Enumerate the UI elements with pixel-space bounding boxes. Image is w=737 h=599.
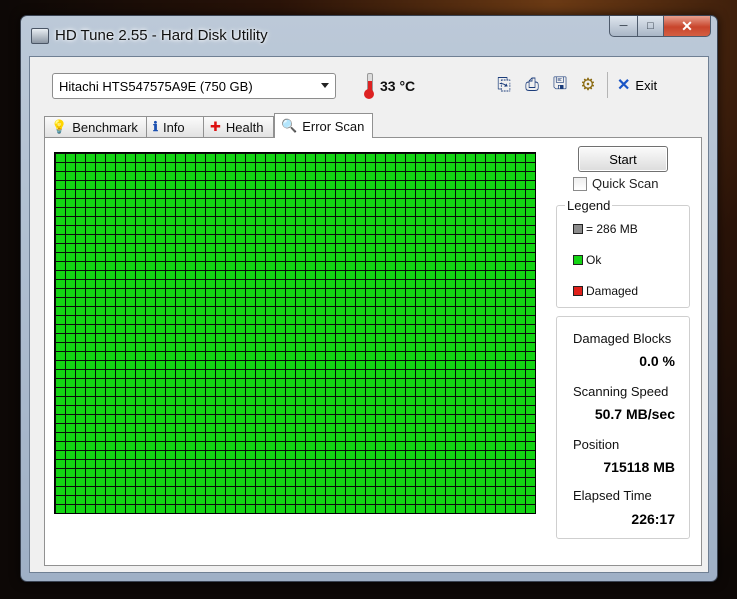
- toolbar: ⎘ ⎙ 🖫 ⚙ ✕ Exit: [490, 71, 657, 99]
- tab-label: Health: [225, 119, 264, 135]
- legend-block-size: = 286 MB: [573, 222, 638, 236]
- temperature-readout: 33 °C: [380, 78, 416, 94]
- tab-info[interactable]: ℹ Info: [146, 116, 204, 137]
- damaged-blocks-value: 0.0 %: [639, 353, 675, 369]
- quick-scan-checkbox[interactable]: Quick Scan: [573, 176, 658, 191]
- minimize-button[interactable]: ─: [609, 16, 638, 37]
- options-icon: ⚙: [580, 75, 596, 94]
- legend-ok-text: Ok: [586, 253, 602, 267]
- maximize-button[interactable]: □: [638, 16, 664, 37]
- tab-benchmark[interactable]: 💡 Benchmark: [44, 116, 147, 137]
- scan-block-grid: [54, 152, 536, 514]
- title-bar[interactable]: HD Tune 2.55 - Hard Disk Utility ─ □ ✕: [21, 16, 717, 56]
- options-button[interactable]: ⚙: [574, 71, 602, 99]
- legend-damaged-text: Damaged: [586, 284, 639, 298]
- client-area: Hitachi HTS547575A9E (750 GB) 33 °C ⎘ ⎙ …: [29, 56, 709, 573]
- red-square-icon: [573, 286, 583, 296]
- save-icon: 🖫: [552, 73, 568, 93]
- gray-square-icon: [573, 224, 583, 234]
- copy-screenshot-icon: ⎙: [525, 75, 539, 94]
- thermometer-icon: [364, 73, 374, 99]
- exit-label: Exit: [635, 77, 658, 93]
- elapsed-time-value: 226:17: [631, 511, 675, 527]
- checkbox-box[interactable]: [573, 176, 587, 191]
- window-title: HD Tune 2.55 - Hard Disk Utility: [55, 27, 268, 44]
- copy-text-icon: ⎘: [497, 75, 511, 94]
- info-icon: ℹ: [153, 119, 158, 134]
- error-scan-panel: Start Quick Scan Legend = 286 MB Ok Dama…: [44, 137, 702, 566]
- legend-group: Legend = 286 MB Ok Damaged: [556, 198, 690, 308]
- tab-error-scan[interactable]: 🔍 Error Scan: [274, 113, 373, 138]
- damaged-blocks-label: Damaged Blocks: [573, 331, 672, 346]
- lightbulb-icon: 💡: [51, 119, 68, 134]
- tab-label: Error Scan: [302, 118, 365, 134]
- legend-title: Legend: [565, 198, 613, 213]
- copy-screenshot-button[interactable]: ⎙: [518, 71, 546, 99]
- legend-ok: Ok: [573, 253, 601, 267]
- magnifier-icon: 🔍: [281, 118, 298, 133]
- close-button[interactable]: ✕: [664, 16, 711, 37]
- quick-scan-label: Quick Scan: [592, 176, 659, 191]
- caption-buttons: ─ □ ✕: [609, 16, 711, 37]
- legend-block-size-text: = 286 MB: [586, 222, 638, 236]
- position-label: Position: [573, 437, 620, 452]
- start-button[interactable]: Start: [578, 146, 668, 172]
- scanning-speed-value: 50.7 MB/sec: [594, 406, 675, 422]
- green-square-icon: [573, 255, 583, 265]
- app-icon: [31, 28, 49, 44]
- elapsed-time-label: Elapsed Time: [573, 488, 652, 503]
- chevron-down-icon: [321, 83, 329, 88]
- exit-icon: ✕: [617, 77, 631, 94]
- copy-text-button[interactable]: ⎘: [490, 71, 518, 99]
- toolbar-separator: [607, 72, 608, 98]
- scan-statistics: Damaged Blocks 0.0 % Scanning Speed 50.7…: [556, 316, 690, 539]
- legend-damaged: Damaged: [573, 284, 638, 298]
- tab-label: Info: [162, 119, 185, 135]
- main-window: HD Tune 2.55 - Hard Disk Utility ─ □ ✕ H…: [20, 15, 718, 582]
- scanning-speed-label: Scanning Speed: [573, 384, 669, 399]
- exit-button[interactable]: ✕ Exit: [617, 75, 657, 95]
- drive-select-value: Hitachi HTS547575A9E (750 GB): [59, 79, 253, 94]
- save-button[interactable]: 🖫: [546, 71, 574, 99]
- tab-health[interactable]: ✚ Health: [203, 116, 274, 137]
- health-cross-icon: ✚: [210, 119, 221, 134]
- tab-label: Benchmark: [72, 119, 138, 135]
- drive-select[interactable]: Hitachi HTS547575A9E (750 GB): [52, 73, 336, 99]
- position-value: 715118 MB: [603, 459, 675, 475]
